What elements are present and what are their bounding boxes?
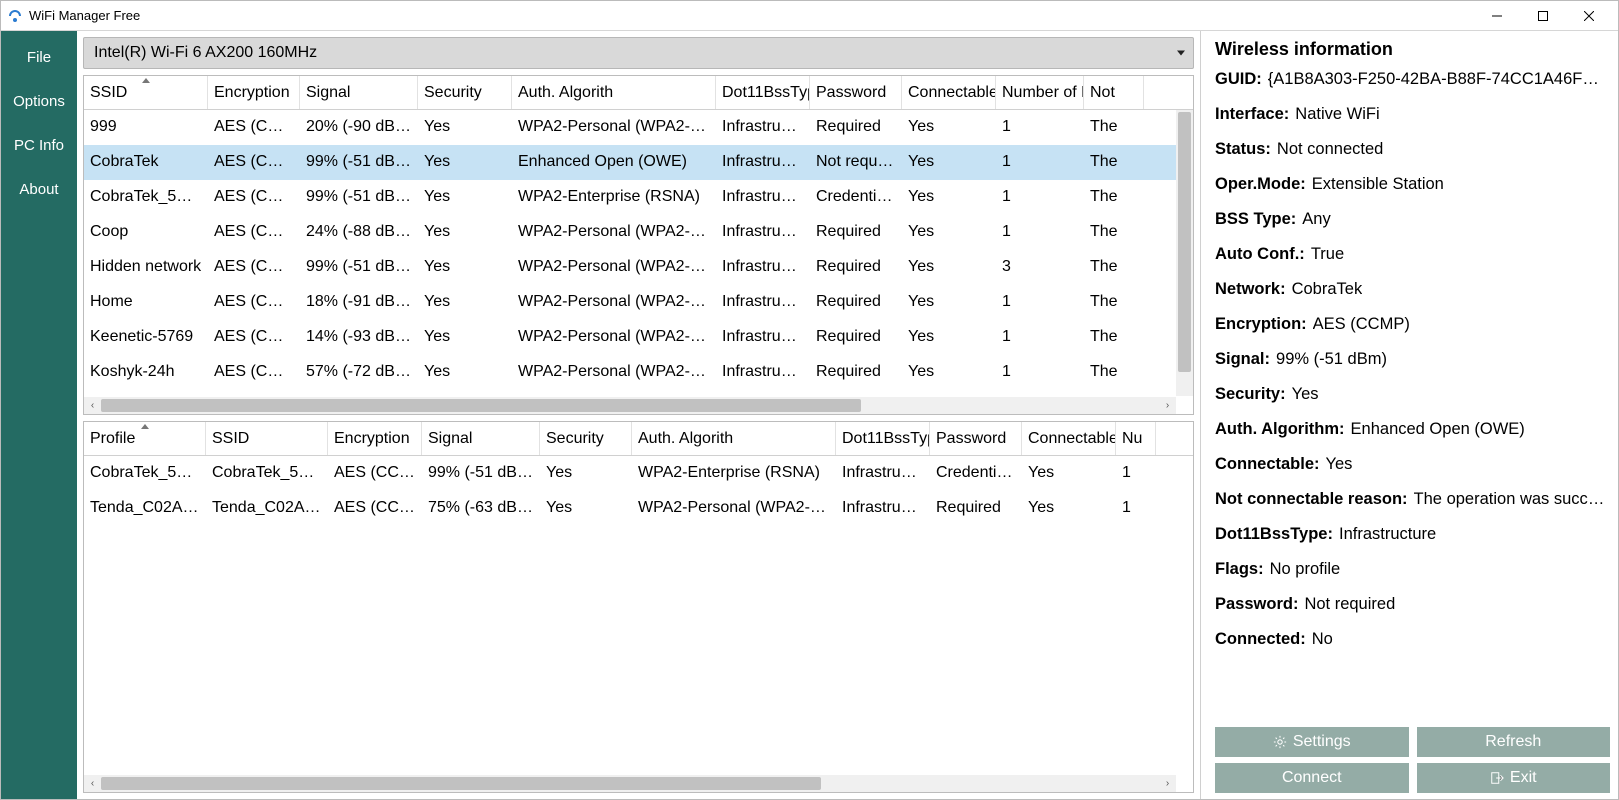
window-title: WiFi Manager Free (29, 8, 1474, 23)
info-row: Network:CobraTek (1215, 280, 1610, 299)
adapter-selected: Intel(R) Wi-Fi 6 AX200 160MHz (94, 44, 317, 62)
info-row: Connectable:Yes (1215, 455, 1610, 474)
info-row: Password:Not required (1215, 595, 1610, 614)
title-bar: WiFi Manager Free (1, 1, 1618, 31)
maximize-button[interactable] (1520, 1, 1566, 31)
sidebar-item-pcinfo[interactable]: PC Info (1, 123, 77, 167)
profiles-col-7[interactable]: Password (930, 422, 1022, 455)
profiles-col-0[interactable]: Profile (84, 422, 206, 455)
info-row: Security:Yes (1215, 385, 1610, 404)
chevron-down-icon (1177, 51, 1185, 56)
network-row[interactable]: Koshyk-24hAES (CCMP)57% (-72 dBm)YesWPA2… (84, 355, 1193, 390)
gear-icon (1273, 735, 1287, 749)
network-row[interactable]: Hidden networkAES (CCMP)99% (-51 dBm)Yes… (84, 250, 1193, 285)
networks-col-5[interactable]: Dot11BssType (716, 76, 810, 109)
info-row: Interface:Native WiFi (1215, 105, 1610, 124)
info-row: Flags:No profile (1215, 560, 1610, 579)
info-row: Connected:No (1215, 630, 1610, 649)
profiles-col-8[interactable]: Connectable (1022, 422, 1116, 455)
profiles-col-9[interactable]: Nu (1116, 422, 1156, 455)
exit-icon (1490, 771, 1504, 785)
networks-col-1[interactable]: Encryption (208, 76, 300, 109)
adapter-dropdown[interactable]: Intel(R) Wi-Fi 6 AX200 160MHz (83, 37, 1194, 69)
info-row: Dot11BssType:Infrastructure (1215, 525, 1610, 544)
profiles-col-2[interactable]: Encryption (328, 422, 422, 455)
settings-button[interactable]: Settings (1215, 727, 1409, 757)
networks-vscroll[interactable] (1176, 110, 1193, 396)
exit-button[interactable]: Exit (1417, 763, 1611, 793)
networks-table: SSIDEncryptionSignalSecurityAuth. Algori… (83, 75, 1194, 415)
networks-col-6[interactable]: Password (810, 76, 902, 109)
app-icon (7, 8, 23, 24)
close-button[interactable] (1566, 1, 1612, 31)
sidebar-item-options[interactable]: Options (1, 79, 77, 123)
network-row[interactable]: CobraTek_5GHzAES (CCMP)99% (-51 dBm)YesW… (84, 180, 1193, 215)
sidebar-item-file[interactable]: File (1, 35, 77, 79)
profile-row[interactable]: CobraTek_5GHzCobraTek_5GHzAES (CCMP)99% … (84, 456, 1193, 491)
info-panel: Wireless information GUID:{A1B8A303-F250… (1200, 31, 1618, 799)
network-row[interactable]: 999AES (CCMP)20% (-90 dBm)YesWPA2-Person… (84, 110, 1193, 145)
profiles-col-6[interactable]: Dot11BssType (836, 422, 930, 455)
network-row[interactable]: HomeAES (CCMP)18% (-91 dBm)YesWPA2-Perso… (84, 285, 1193, 320)
refresh-button[interactable]: Refresh (1417, 727, 1611, 757)
info-row: Status:Not connected (1215, 140, 1610, 159)
networks-col-2[interactable]: Signal (300, 76, 418, 109)
connect-button[interactable]: Connect (1215, 763, 1409, 793)
profiles-col-5[interactable]: Auth. Algorith (632, 422, 836, 455)
sidebar: File Options PC Info About (1, 31, 77, 799)
minimize-button[interactable] (1474, 1, 1520, 31)
info-row: Encryption:AES (CCMP) (1215, 315, 1610, 334)
info-row: Not connectable reason:The operation was… (1215, 490, 1610, 509)
info-row: GUID:{A1B8A303-F250-42BA-B88F-74CC1A46FC… (1215, 70, 1610, 89)
profile-row[interactable]: Tenda_C02AD8Tenda_C02AD8AES (CCMP)75% (-… (84, 491, 1193, 526)
networks-col-9[interactable]: Not (1084, 76, 1144, 109)
profiles-header: ProfileSSIDEncryptionSignalSecurityAuth.… (84, 422, 1193, 456)
info-title: Wireless information (1215, 39, 1610, 60)
info-row: Signal:99% (-51 dBm) (1215, 350, 1610, 369)
info-row: Auto Conf.:True (1215, 245, 1610, 264)
networks-header: SSIDEncryptionSignalSecurityAuth. Algori… (84, 76, 1193, 110)
network-row[interactable]: Keenetic-5769AES (CCMP)14% (-93 dBm)YesW… (84, 320, 1193, 355)
network-row[interactable]: CobraTekAES (CCMP)99% (-51 dBm)YesEnhanc… (84, 145, 1193, 180)
networks-col-4[interactable]: Auth. Algorith (512, 76, 716, 109)
networks-col-7[interactable]: Connectable (902, 76, 996, 109)
info-row: BSS Type:Any (1215, 210, 1610, 229)
info-row: Auth. Algorithm:Enhanced Open (OWE) (1215, 420, 1610, 439)
info-row: Oper.Mode:Extensible Station (1215, 175, 1610, 194)
networks-hscroll[interactable]: ‹ › (84, 397, 1176, 414)
sidebar-item-about[interactable]: About (1, 167, 77, 211)
networks-col-3[interactable]: Security (418, 76, 512, 109)
profiles-col-1[interactable]: SSID (206, 422, 328, 455)
network-row[interactable]: CoopAES (CCMP)24% (-88 dBm)YesWPA2-Perso… (84, 215, 1193, 250)
profiles-table: ProfileSSIDEncryptionSignalSecurityAuth.… (83, 421, 1194, 793)
profiles-col-4[interactable]: Security (540, 422, 632, 455)
networks-col-8[interactable]: Number of B (996, 76, 1084, 109)
networks-col-0[interactable]: SSID (84, 76, 208, 109)
profiles-hscroll[interactable]: ‹ › (84, 775, 1176, 792)
profiles-col-3[interactable]: Signal (422, 422, 540, 455)
